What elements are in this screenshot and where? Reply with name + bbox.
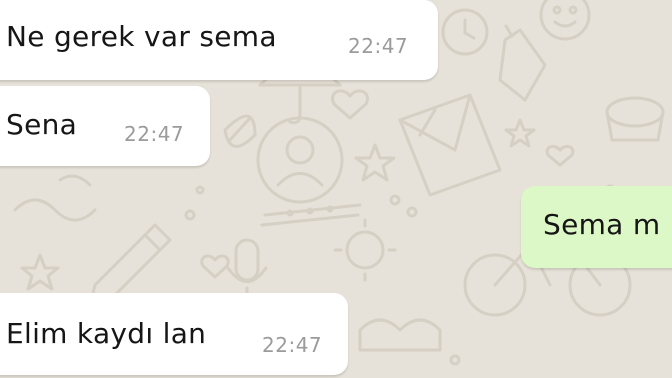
message-text: Sena bbox=[6, 108, 78, 141]
bottle-doodle-icon bbox=[498, 24, 547, 102]
microphone-doodle-icon bbox=[226, 238, 268, 302]
flute-doodle-icon bbox=[260, 203, 362, 227]
message-timestamp: 22:47 bbox=[262, 333, 323, 357]
sun-doodle-icon bbox=[333, 218, 397, 282]
message-text: Sema m bbox=[543, 208, 661, 241]
squiggle-doodle-icon bbox=[13, 174, 97, 222]
person-doodle-icon bbox=[256, 116, 344, 204]
message-bubble-incoming[interactable]: Ne gerek var sema 22:47 bbox=[0, 0, 438, 80]
message-bubble-outgoing[interactable]: Sema m bbox=[521, 186, 672, 268]
cloud-doodle-icon bbox=[358, 318, 442, 352]
envelope-doodle-icon bbox=[398, 93, 502, 197]
message-bubble-incoming[interactable]: Elim kaydı lan 22:47 bbox=[0, 293, 348, 375]
leaf-doodle-icon bbox=[223, 114, 257, 148]
message-text: Ne gerek var sema bbox=[6, 20, 277, 53]
smiley-doodle-icon bbox=[539, 0, 591, 41]
message-bubble-incoming[interactable]: Sena 22:47 bbox=[0, 86, 210, 166]
message-timestamp: 22:47 bbox=[124, 122, 185, 146]
cup-doodle-icon bbox=[605, 96, 665, 142]
message-timestamp: 22:47 bbox=[348, 34, 409, 58]
clock-doodle-icon bbox=[441, 8, 489, 56]
message-text: Elim kaydı lan bbox=[6, 317, 207, 350]
